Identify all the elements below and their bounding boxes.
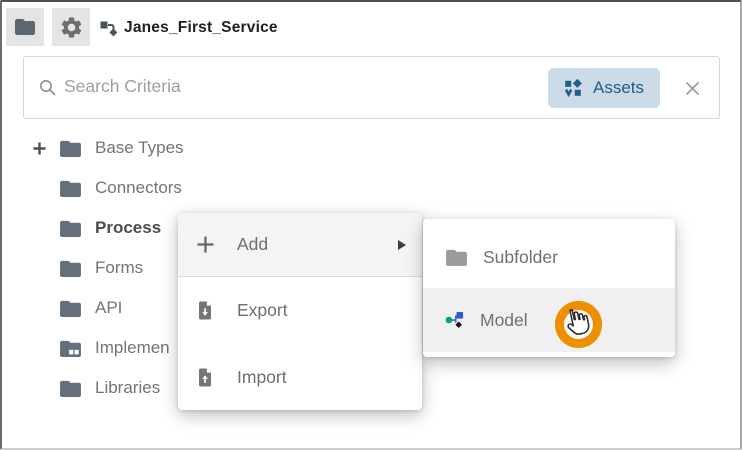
menu-item-label: Import <box>237 367 287 388</box>
search-bar[interactable]: Search Criteria Assets <box>23 56 720 119</box>
file-upload-icon <box>194 367 216 388</box>
tree-item-label: Process <box>95 218 161 238</box>
assets-filter-chip[interactable]: Assets <box>548 68 660 108</box>
implementation-folder-icon <box>59 339 82 358</box>
gear-icon <box>59 15 84 40</box>
menu-item-label: Export <box>237 300 288 321</box>
tree-item-label: Implemen <box>95 338 170 358</box>
folder-icon <box>59 299 82 318</box>
assets-chip-label: Assets <box>593 78 644 98</box>
folder-icon <box>59 259 82 278</box>
tree-item-label: Libraries <box>95 378 160 398</box>
expand-plus-icon[interactable] <box>32 141 59 156</box>
tree-item-label: Forms <box>95 258 143 278</box>
folder-button[interactable] <box>6 8 44 46</box>
tree-item-connectors[interactable]: Connectors <box>2 168 432 208</box>
file-download-icon <box>194 300 216 321</box>
tree-item-label: Connectors <box>95 178 182 198</box>
menu-item-add[interactable]: Add <box>178 213 422 276</box>
folder-icon <box>59 219 82 238</box>
menu-item-import[interactable]: Import <box>178 344 422 410</box>
submenu-item-label: Subfolder <box>483 247 558 268</box>
model-diagram-icon <box>445 311 465 329</box>
menu-item-export[interactable]: Export <box>178 277 422 344</box>
folder-icon <box>59 179 82 198</box>
settings-button[interactable] <box>52 8 90 46</box>
plus-icon <box>194 235 216 254</box>
menu-item-label: Add <box>237 234 268 255</box>
folder-icon <box>13 15 37 39</box>
search-input-placeholder[interactable]: Search Criteria <box>64 76 181 97</box>
subfolder-icon <box>445 248 468 267</box>
breadcrumb: Janes_First_Service <box>100 15 278 41</box>
submenu-item-model[interactable]: Model <box>423 288 675 352</box>
page-title: Janes_First_Service <box>124 19 278 37</box>
tree-item-label: Base Types <box>95 138 184 158</box>
context-menu: Add Export <box>178 213 422 410</box>
submenu-arrow-icon <box>398 240 406 250</box>
submenu-item-label: Model <box>480 310 528 331</box>
add-submenu: Subfolder Model <box>423 219 675 357</box>
tree-item-label: API <box>95 298 122 318</box>
app-window: Janes_First_Service Search Criteria Asse… <box>0 0 742 450</box>
submenu-item-subfolder[interactable]: Subfolder <box>423 227 675 288</box>
service-model-icon <box>100 20 117 37</box>
search-icon <box>39 79 57 97</box>
folder-icon <box>59 139 82 158</box>
tree-item-base-types[interactable]: Base Types <box>2 128 432 168</box>
close-icon[interactable] <box>684 80 701 97</box>
assets-icon <box>564 79 583 98</box>
folder-icon <box>59 379 82 398</box>
